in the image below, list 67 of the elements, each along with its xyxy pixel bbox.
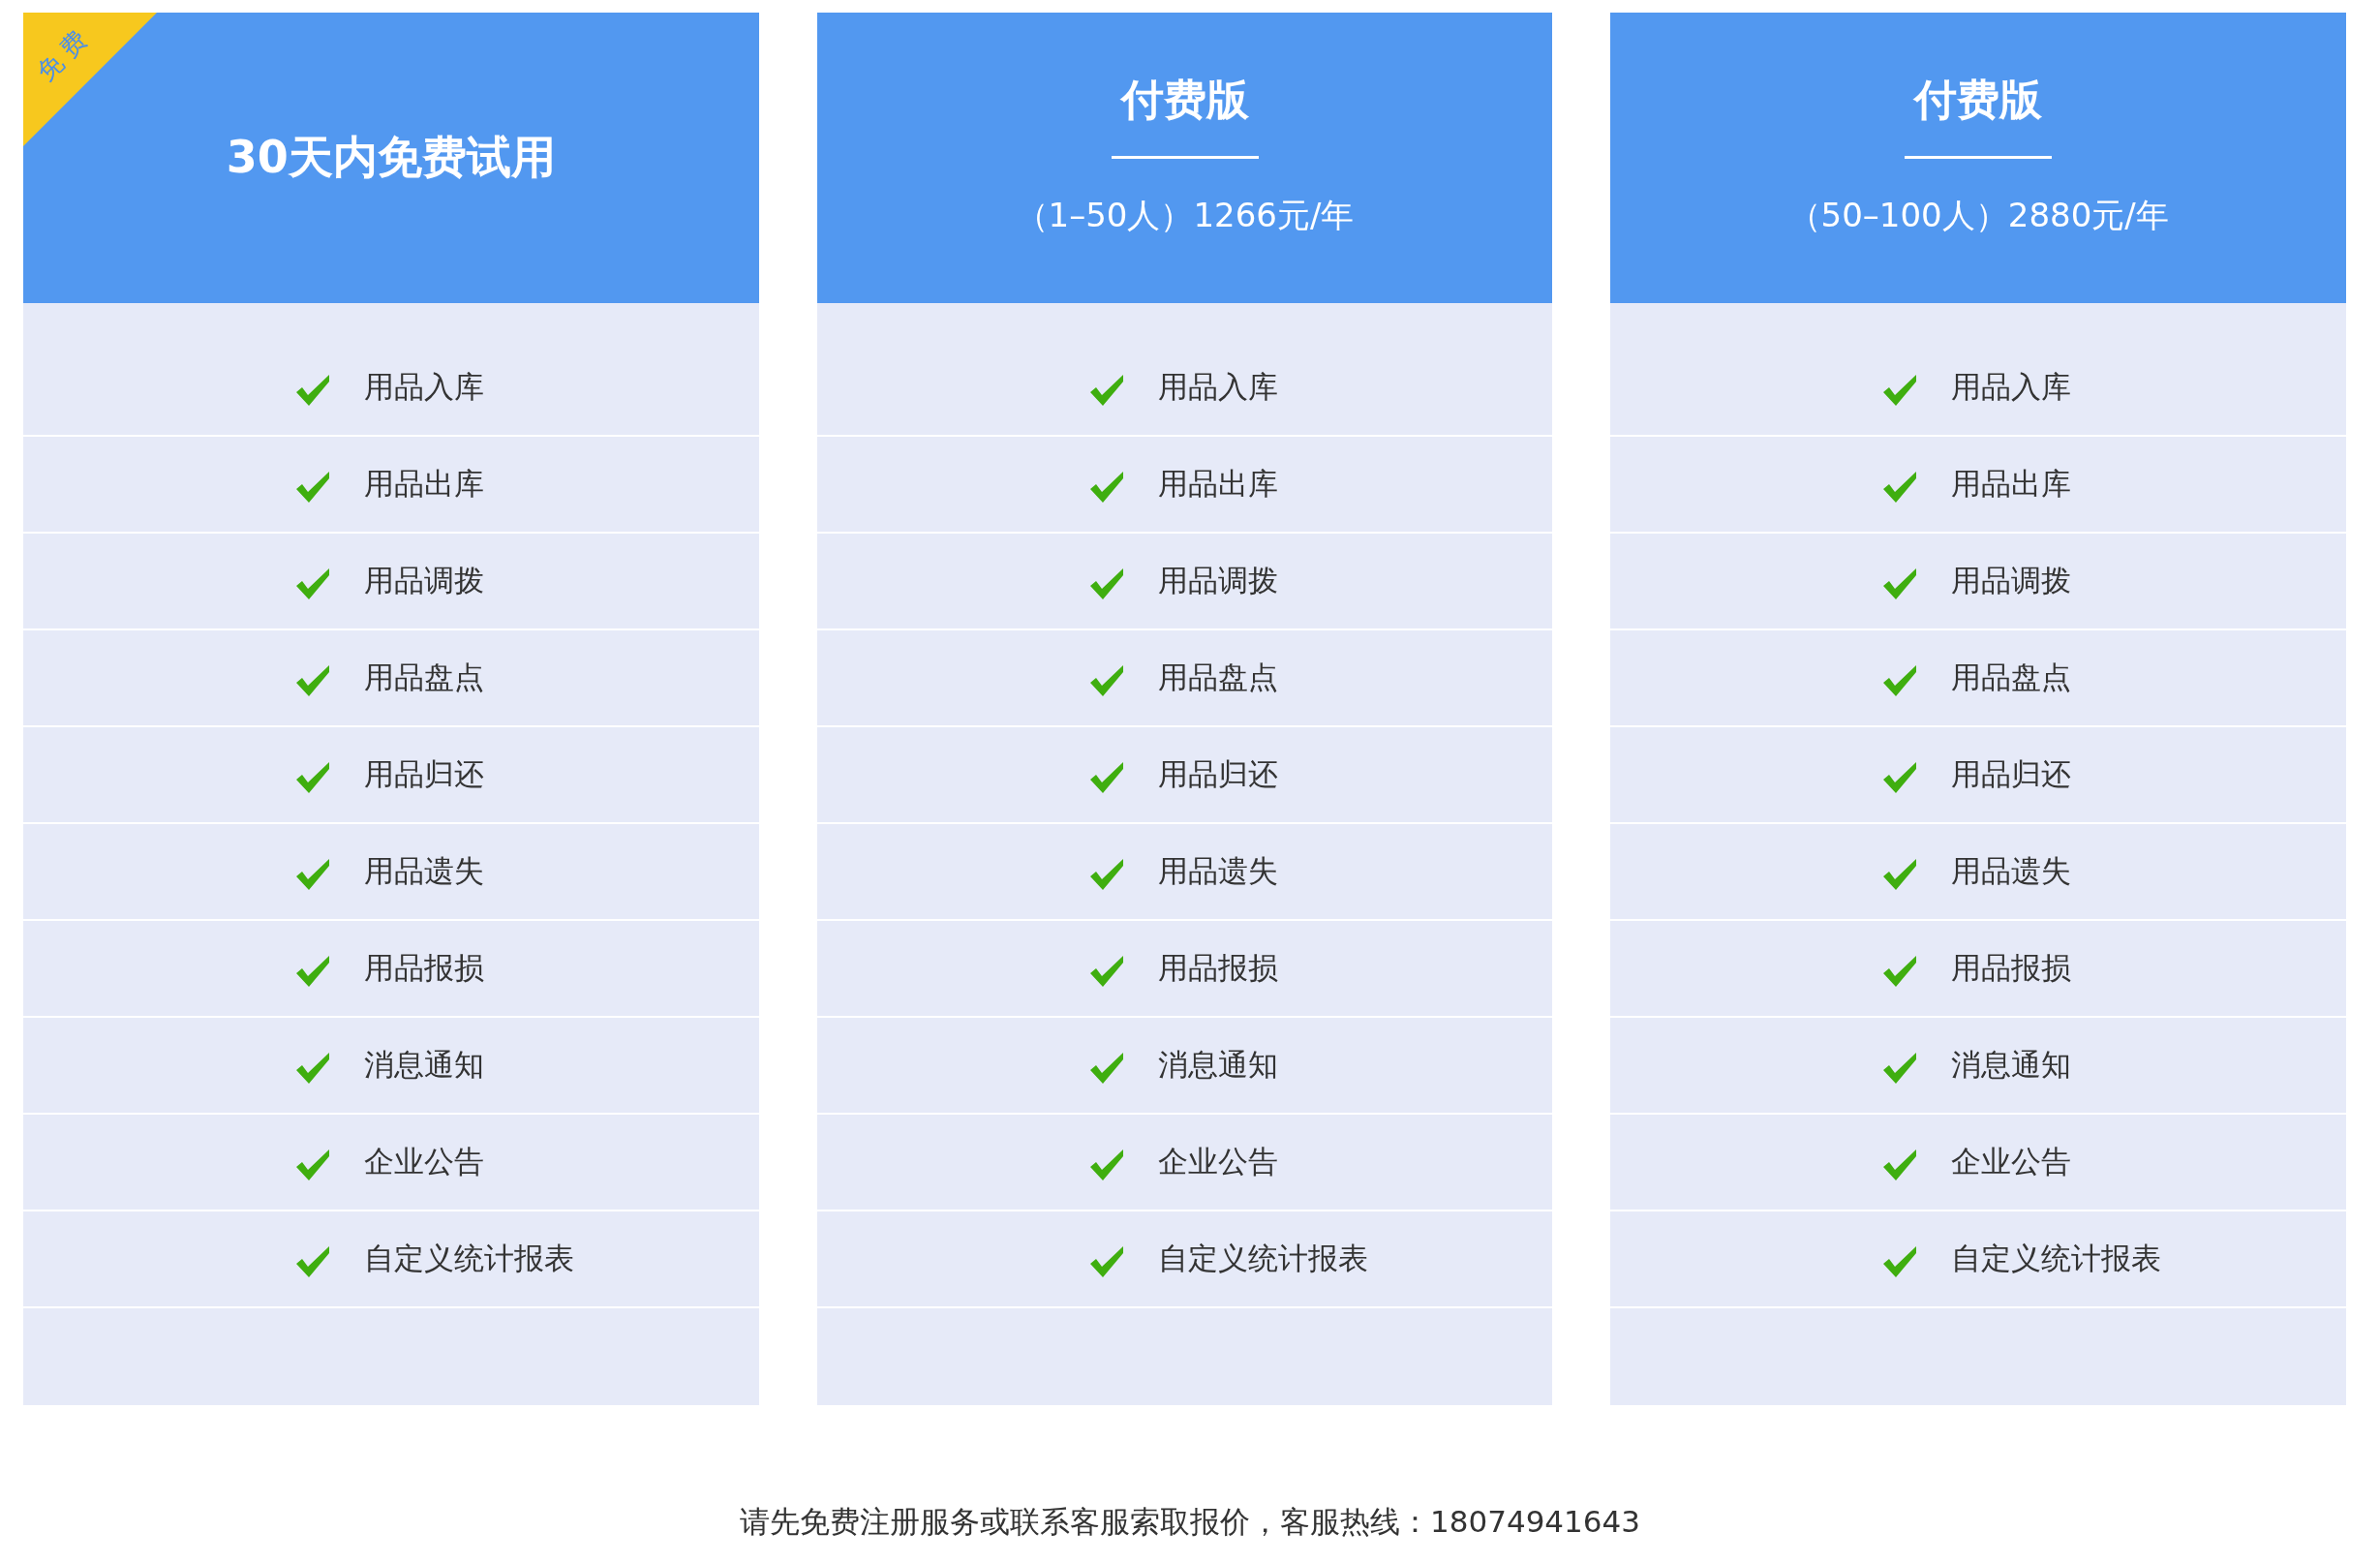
feature-label: 用品出库: [364, 465, 484, 503]
feature-label: 用品报损: [364, 949, 484, 987]
check-icon: [296, 568, 329, 599]
feature-label: 用品遗失: [1951, 852, 2072, 890]
feature-label: 消息通知: [364, 1046, 484, 1084]
check-icon: [1089, 762, 1123, 793]
feature-label: 用品归还: [1951, 755, 2072, 793]
plan-price: （1–50人）1266元/年: [1015, 195, 1355, 236]
feature-label: 企业公告: [1157, 1143, 1278, 1180]
feature-label: 用品出库: [1951, 465, 2072, 503]
feature-label: 用品调拨: [1951, 562, 2072, 599]
feature-label: 自定义统计报表: [364, 1240, 574, 1277]
check-icon: [1883, 568, 1917, 599]
corner-ribbon: 免费: [23, 13, 157, 146]
plan-title: 30天内免费试用: [226, 130, 556, 185]
feature-label: 用品归还: [1157, 755, 1278, 793]
check-icon: [1089, 568, 1123, 599]
feature-label: 自定义统计报表: [1951, 1240, 2162, 1277]
feature-label: 用品遗失: [364, 852, 484, 890]
check-icon: [1883, 1246, 1917, 1277]
feature-label: 用品出库: [1157, 465, 1278, 503]
feature-label: 用品盘点: [364, 659, 484, 696]
feature-label: 用品入库: [364, 368, 484, 406]
feature-label: 用品调拨: [364, 562, 484, 599]
check-icon: [1883, 762, 1917, 793]
check-icon: [1883, 1053, 1917, 1084]
check-icon: [1883, 472, 1917, 503]
check-icon: [1883, 375, 1917, 406]
plan-title: 付费版: [1120, 74, 1249, 126]
check-icon: [1089, 665, 1123, 696]
feature-label: 用品入库: [1157, 368, 1278, 406]
feature-label: 自定义统计报表: [1157, 1240, 1368, 1277]
feature-label: 用品遗失: [1157, 852, 1278, 890]
check-icon: [1883, 859, 1917, 890]
contact-note: 请先免费注册服务或联系客服索取报价，客服热线：18074941643: [739, 1503, 1641, 1541]
feature-label: 用品盘点: [1157, 659, 1278, 696]
check-icon: [1089, 1149, 1123, 1180]
feature-label: 企业公告: [1951, 1143, 2072, 1180]
feature-label: 用品盘点: [1951, 659, 2072, 696]
check-icon: [296, 762, 329, 793]
check-icon: [1883, 1149, 1917, 1180]
feature-label: 用品调拨: [1157, 562, 1278, 599]
feature-label: 用品归还: [364, 755, 484, 793]
check-icon: [296, 375, 329, 406]
check-icon: [1089, 375, 1123, 406]
plan-price: （50–100人）2880元/年: [1787, 195, 2169, 236]
check-icon: [1089, 472, 1123, 503]
check-icon: [1089, 859, 1123, 890]
check-icon: [296, 1246, 329, 1277]
check-icon: [296, 1053, 329, 1084]
check-icon: [296, 472, 329, 503]
check-icon: [296, 665, 329, 696]
feature-label: 用品入库: [1951, 368, 2072, 406]
feature-label: 企业公告: [364, 1143, 484, 1180]
check-icon: [296, 1149, 329, 1180]
check-icon: [1089, 956, 1123, 987]
check-icon: [1089, 1053, 1123, 1084]
feature-label: 消息通知: [1157, 1046, 1278, 1084]
plan-title: 付费版: [1914, 74, 2043, 126]
feature-label: 用品报损: [1157, 949, 1278, 987]
feature-label: 用品报损: [1951, 949, 2072, 987]
check-icon: [1883, 665, 1917, 696]
check-icon: [296, 956, 329, 987]
feature-label: 消息通知: [1951, 1046, 2072, 1084]
check-icon: [1089, 1246, 1123, 1277]
check-icon: [296, 859, 329, 890]
check-icon: [1883, 956, 1917, 987]
